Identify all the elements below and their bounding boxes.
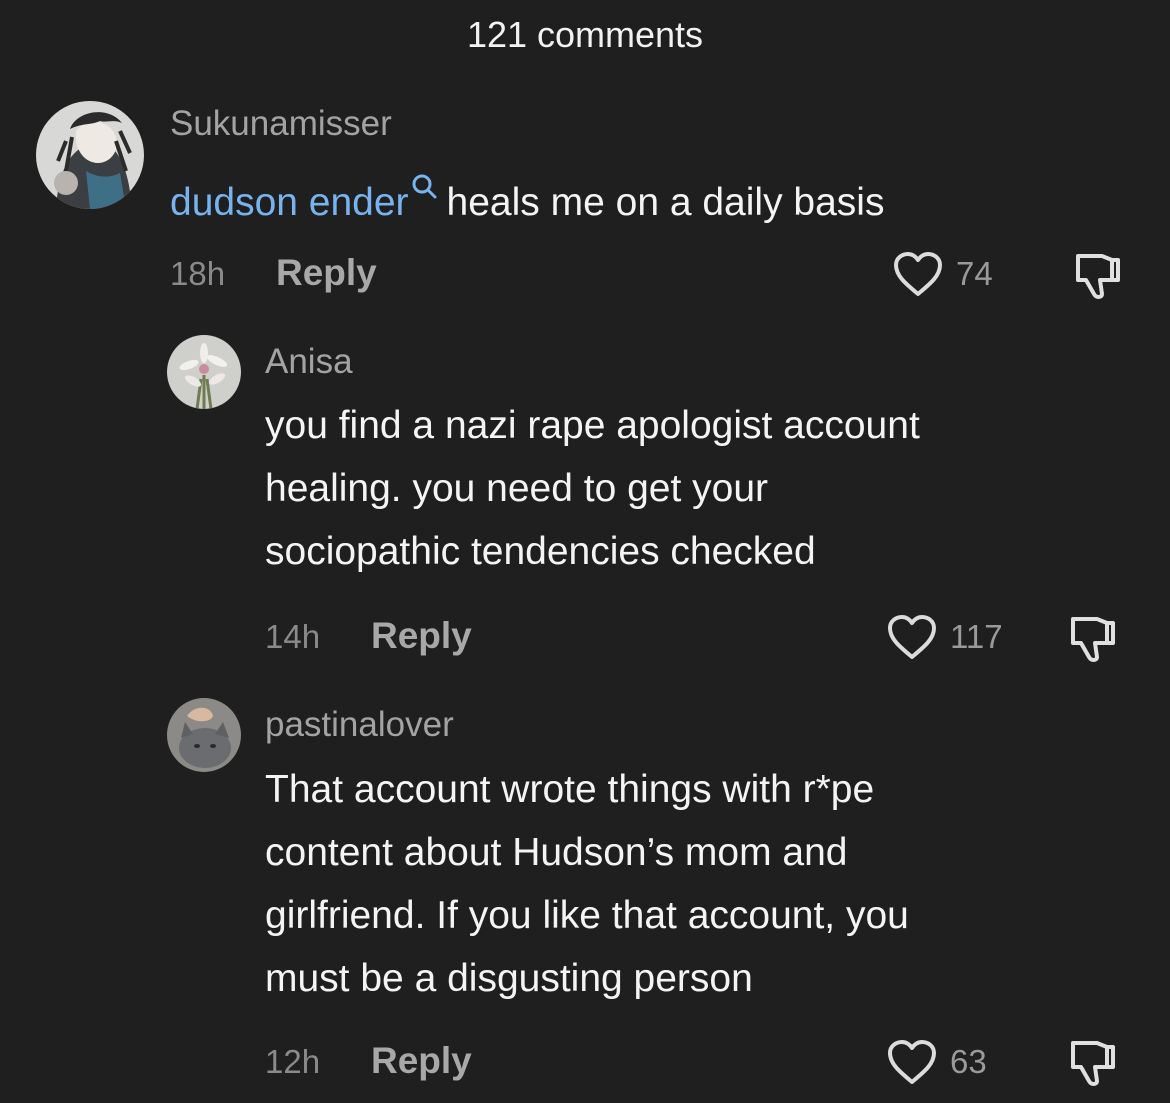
search-icon[interactable] xyxy=(411,157,437,199)
like-button[interactable]: 117 xyxy=(886,614,1003,660)
thumbs-down-icon[interactable] xyxy=(1067,613,1117,665)
comment-line: you find a nazi rape apologist account xyxy=(265,404,920,447)
heart-icon xyxy=(894,252,942,296)
like-count: 74 xyxy=(956,255,993,292)
comment-line: content about Hudson’s mom and xyxy=(265,831,848,874)
thumbs-down-icon[interactable] xyxy=(1067,1037,1117,1089)
comment-body: heals me on a daily basis xyxy=(446,181,885,224)
like-button[interactable]: 63 xyxy=(886,1039,987,1085)
heart-icon xyxy=(888,1040,936,1084)
avatar[interactable] xyxy=(167,698,241,772)
thumbs-down-icon[interactable] xyxy=(1072,250,1122,302)
reply-button[interactable]: Reply xyxy=(371,1040,472,1082)
avatar[interactable] xyxy=(36,101,144,209)
comment-line: sociopathic tendencies checked xyxy=(265,530,816,573)
comment-text: dudson ender heals me on a daily basis xyxy=(170,157,884,234)
comment-username[interactable]: Sukunamisser xyxy=(170,104,392,144)
comment-timestamp: 12h xyxy=(265,1043,321,1080)
heart-icon xyxy=(888,615,936,659)
reply-button[interactable]: Reply xyxy=(276,252,377,294)
comment-text: That account wrote things with r*pe cont… xyxy=(265,758,909,1010)
comment-text: you find a nazi rape apologist account h… xyxy=(265,394,920,583)
mention-link[interactable]: dudson ender xyxy=(170,181,409,224)
comment-line: must be a disgusting person xyxy=(265,957,753,1000)
comment-line: That account wrote things with r*pe xyxy=(265,768,875,811)
comment-username[interactable]: Anisa xyxy=(265,342,353,382)
comment-line: healing. you need to get your xyxy=(265,467,769,510)
comments-count-title: 121 comments xyxy=(466,14,704,55)
comment-timestamp: 18h xyxy=(170,255,226,292)
like-button[interactable]: 74 xyxy=(892,251,993,297)
avatar[interactable] xyxy=(167,335,241,409)
reply-button[interactable]: Reply xyxy=(371,615,472,657)
comment-username[interactable]: pastinalover xyxy=(265,705,454,745)
like-count: 63 xyxy=(950,1043,987,1080)
comment-line: girlfriend. If you like that account, yo… xyxy=(265,894,909,937)
like-count: 117 xyxy=(950,618,1003,655)
comment-timestamp: 14h xyxy=(265,618,321,655)
